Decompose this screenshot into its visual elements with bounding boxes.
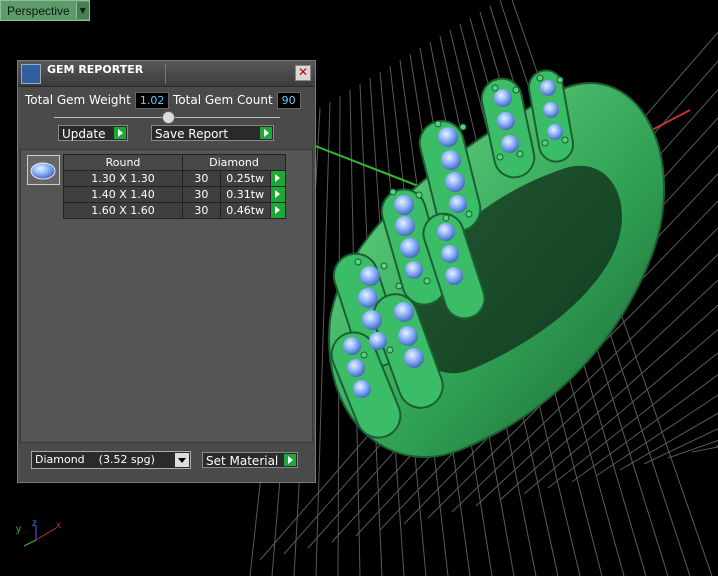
chevron-down-icon[interactable]: ▼ xyxy=(75,2,89,19)
gem-weight: 0.25tw xyxy=(219,170,271,187)
panel-titlebar[interactable]: GEM REPORTER ✕ xyxy=(18,61,315,87)
column-header: Diamond xyxy=(182,154,286,171)
total-gem-count-label: Total Gem Count xyxy=(173,93,273,107)
material-dropdown[interactable]: Diamond (3.52 spg) xyxy=(31,451,191,469)
gem-reporter-panel[interactable]: GEM REPORTER ✕ Total Gem Weight 1.02 Tot… xyxy=(17,60,316,483)
gem-weight: 0.46tw xyxy=(219,202,271,219)
total-gem-count-value: 90 xyxy=(276,91,301,109)
update-button-label: Update xyxy=(62,127,106,141)
play-arrow-icon xyxy=(114,127,126,139)
gem-reporter-icon xyxy=(21,64,41,84)
material-dropdown-value: Diamond (3.52 spg) xyxy=(35,453,155,466)
axis-triad: y z x xyxy=(16,518,61,547)
panel-slider-knob[interactable] xyxy=(162,111,175,124)
gem-size: 1.60 X 1.60 xyxy=(63,202,183,219)
gem-count: 30 xyxy=(182,186,221,203)
gem-count: 30 xyxy=(182,170,221,187)
view-selector[interactable]: Perspective ▼ xyxy=(0,0,90,21)
chevron-down-icon[interactable] xyxy=(175,453,189,467)
total-gem-weight: Total Gem Weight 1.02 xyxy=(22,91,170,109)
table-row[interactable]: 1.30 X 1.30 30 0.25tw xyxy=(63,170,287,187)
gem-count: 30 xyxy=(182,202,221,219)
gem-table-header: Round Diamond xyxy=(63,154,286,171)
row-go-button[interactable] xyxy=(269,202,287,219)
gem-weight: 0.31tw xyxy=(219,186,271,203)
table-row[interactable]: 1.40 X 1.40 30 0.31tw xyxy=(63,186,287,203)
total-gem-weight-label: Total Gem Weight xyxy=(25,93,131,107)
gem-size: 1.40 X 1.40 xyxy=(63,186,183,203)
gem-thumbnail[interactable] xyxy=(27,155,60,185)
set-material-button[interactable]: Set Material xyxy=(202,452,298,468)
gem-shape-icon xyxy=(30,162,56,180)
row-go-button[interactable] xyxy=(269,186,287,203)
row-go-button[interactable] xyxy=(269,170,287,187)
set-material-button-label: Set Material xyxy=(206,454,279,468)
total-gem-count: Total Gem Count 90 xyxy=(170,91,301,109)
gem-table: Round Diamond 1.30 X 1.30 30 0.25tw 1.40… xyxy=(63,154,287,219)
save-report-button-label: Save Report xyxy=(155,127,229,141)
view-label: Perspective xyxy=(7,3,70,18)
gem-size: 1.30 X 1.30 xyxy=(63,170,183,187)
total-gem-weight-value: 1.02 xyxy=(134,91,170,109)
close-icon[interactable]: ✕ xyxy=(295,65,311,81)
table-row[interactable]: 1.60 X 1.60 30 0.46tw xyxy=(63,202,287,219)
update-button[interactable]: Update xyxy=(58,125,128,141)
play-arrow-icon xyxy=(260,127,272,139)
play-arrow-icon xyxy=(284,454,296,466)
axis-x-label: x xyxy=(56,520,61,531)
title-separator xyxy=(165,64,166,84)
save-report-button[interactable]: Save Report xyxy=(151,125,274,141)
column-header: Round xyxy=(63,154,183,171)
panel-title: GEM REPORTER xyxy=(47,63,144,76)
axis-z-label: z xyxy=(32,518,37,529)
axis-y-label: y xyxy=(16,524,21,535)
